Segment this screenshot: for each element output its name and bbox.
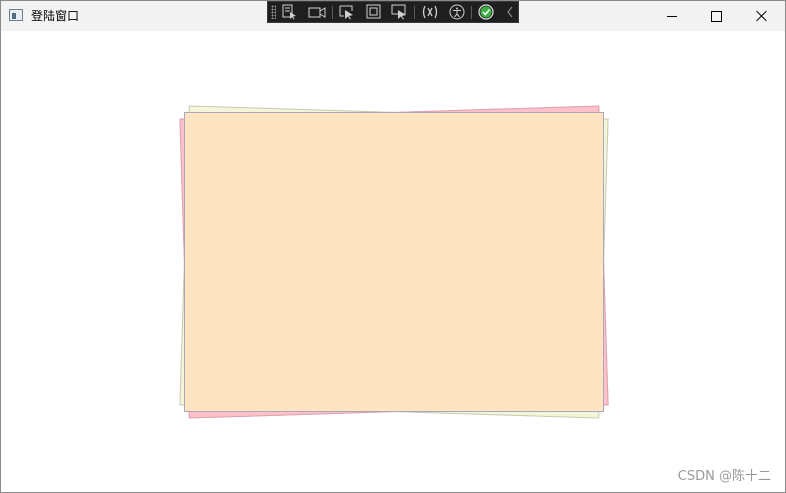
minimize-icon [667,16,677,17]
toolbar-separator [414,6,415,19]
maximize-icon [711,11,722,22]
track-focus-icon[interactable] [391,4,409,20]
app-window-icon [9,9,23,21]
collapse-chevron-icon[interactable] [502,4,520,20]
binding-failures-icon[interactable] [421,4,439,20]
maximize-button[interactable] [694,1,740,31]
watermark: CSDN @陈十二 [677,469,771,484]
front-card [184,112,604,412]
select-element-icon[interactable] [281,4,299,20]
layout-adorner-icon[interactable] [365,4,383,20]
title-bar[interactable]: 登陆窗口 [1,1,785,31]
toolbar-separator [471,6,472,19]
debug-toolbar [267,1,519,23]
minimize-button[interactable] [649,1,695,31]
close-icon [756,10,768,22]
toolbar-grip-icon[interactable] [271,5,276,19]
close-button[interactable] [739,1,785,31]
window-content: CSDN @陈十二 [1,31,785,492]
toolbar-separator [332,6,333,19]
app-window: 登陆窗口 CSDN @陈十二 [0,0,786,493]
accessibility-icon[interactable] [448,4,466,20]
pointer-select-icon[interactable] [338,4,356,20]
window-title: 登陆窗口 [31,9,80,23]
check-circle-icon[interactable] [477,4,495,20]
camera-icon[interactable] [308,4,326,20]
